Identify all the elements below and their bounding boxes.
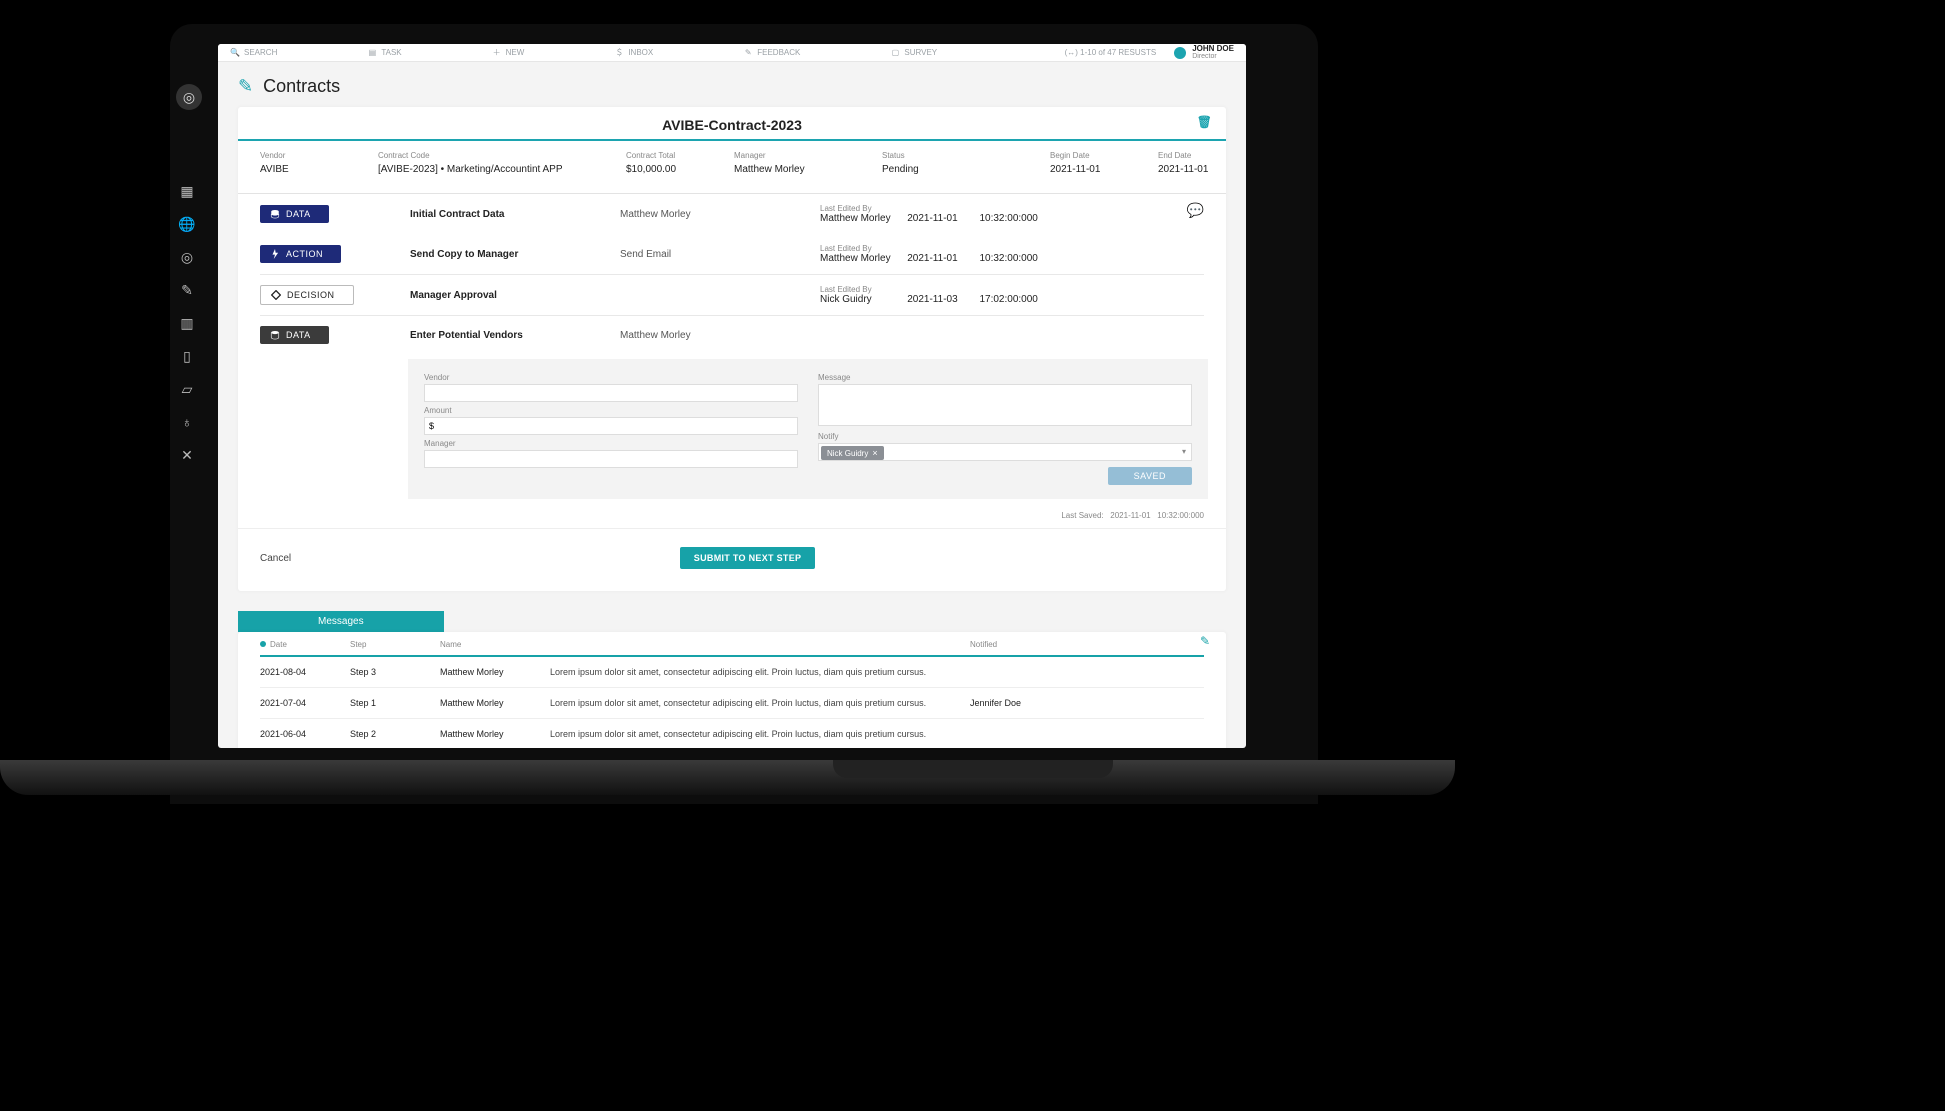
decision-badge: DECISION (260, 285, 354, 305)
step-row-send-copy[interactable]: ACTION Send Copy to Manager Send Email L… (260, 234, 1204, 275)
manager-input[interactable] (424, 450, 798, 468)
rail-doc-icon[interactable]: ▯ (176, 345, 198, 367)
contract-title: AVIBE-Contract-2023 🗑 (238, 107, 1226, 139)
notify-label: Notify (818, 432, 1192, 441)
manager-label: Manager (424, 439, 798, 448)
contract-summary: VendorAVIBE Contract Code[AVIBE-2023] • … (238, 141, 1226, 194)
messages-card: ✎ Date Step Name Notified 2021-08-04 Ste… (238, 632, 1226, 748)
summary-manager: Matthew Morley (734, 164, 864, 175)
results-count: (↔) 1-10 of 47 RESUSTS (1065, 48, 1157, 57)
chevron-down-icon[interactable]: ▾ (1182, 447, 1186, 456)
message-row[interactable]: 2021-08-04 Step 3 Matthew Morley Lorem i… (260, 657, 1204, 688)
submit-button[interactable]: SUBMIT TO NEXT STEP (680, 547, 816, 569)
nav-task[interactable]: ▤TASK (367, 48, 401, 58)
nav-inbox[interactable]: ＄INBOX (614, 48, 653, 58)
comments-icon[interactable]: 💬 (1187, 202, 1204, 219)
message-textarea[interactable] (818, 384, 1192, 426)
contracts-icon: ✎ (238, 76, 253, 97)
step-row-manager-approval[interactable]: DECISION Manager Approval Last Edited By… (260, 275, 1204, 316)
messages-tab-row: Messages (238, 611, 1226, 632)
avatar-icon[interactable] (1174, 47, 1186, 59)
nav-new[interactable]: ＋NEW (492, 48, 525, 58)
rail-dashboard-icon[interactable]: ▦ (176, 180, 198, 202)
delete-contract-button[interactable]: 🗑 (1197, 115, 1212, 129)
nav-feedback[interactable]: ✎FEEDBACK (743, 48, 800, 58)
messages-header: Date Step Name Notified (260, 632, 1204, 657)
page-header: ✎ Contracts (238, 76, 1226, 97)
summary-status: Pending (882, 164, 1032, 175)
rail-target-icon[interactable]: ◎ (176, 246, 198, 268)
summary-end: 2021-11-01 (1158, 164, 1246, 175)
summary-vendor: AVIBE (260, 164, 360, 175)
page-title: Contracts (263, 76, 340, 97)
nav-survey[interactable]: ▢SURVEY (890, 48, 937, 58)
edit-messages-icon[interactable]: ✎ (1200, 634, 1210, 648)
contract-card: AVIBE-Contract-2023 🗑 VendorAVIBE Contra… (238, 107, 1226, 591)
summary-begin: 2021-11-01 (1050, 164, 1140, 175)
amount-label: Amount (424, 406, 798, 415)
action-badge: ACTION (260, 245, 341, 263)
last-saved: Last Saved: 2021-11-01 10:32:00:000 (238, 507, 1226, 520)
message-row[interactable]: 2021-07-04 Step 1 Matthew Morley Lorem i… (260, 688, 1204, 719)
cancel-link[interactable]: Cancel (260, 553, 291, 564)
data-badge-dark: DATA (260, 326, 329, 344)
laptop-notch (833, 760, 1113, 778)
col-notified[interactable]: Notified (970, 640, 1110, 649)
rail-cards-icon[interactable]: ▱ (176, 378, 198, 400)
message-row[interactable]: 2021-06-04 Step 2 Matthew Morley Lorem i… (260, 719, 1204, 748)
col-name[interactable]: Name (440, 640, 550, 649)
app-logo-icon[interactable]: ◎ (176, 84, 202, 110)
summary-code: [AVIBE-2023] • Marketing/Accountint APP (378, 164, 608, 175)
step-row-enter-vendors[interactable]: DATA Enter Potential Vendors Matthew Mor… (260, 316, 1204, 355)
summary-total: $10,000.00 (626, 164, 716, 175)
user-menu[interactable]: JOHN DOEDirector (1192, 45, 1234, 60)
rail-chart-icon[interactable]: ▥ (176, 312, 198, 334)
col-date[interactable]: Date (260, 640, 350, 649)
screen: 🔍SEARCH ▤TASK ＋NEW ＄INBOX ✎FEEDBACK ▢SUR… (218, 44, 1246, 748)
data-badge: DATA (260, 205, 329, 223)
messages-tab[interactable]: Messages (238, 611, 444, 632)
vendor-input[interactable] (424, 384, 798, 402)
vendor-form: Vendor Amount Manager Message Notify (408, 359, 1208, 499)
top-nav: 🔍SEARCH ▤TASK ＋NEW ＄INBOX ✎FEEDBACK ▢SUR… (218, 44, 1246, 62)
rail-brush-icon[interactable]: ✎ (176, 279, 198, 301)
rail-tools-icon[interactable]: ✕ (176, 444, 198, 466)
step-row-initial-data[interactable]: DATA Initial Contract Data Matthew Morle… (260, 194, 1204, 234)
rail-globe-icon[interactable]: 🌐 (176, 213, 198, 235)
vendor-label: Vendor (424, 373, 798, 382)
rail-org-icon[interactable]: ♁ (176, 411, 198, 433)
notify-tag: Nick Guidry × (821, 446, 884, 460)
amount-input[interactable] (424, 417, 798, 435)
message-label: Message (818, 373, 1192, 382)
nav-search[interactable]: 🔍SEARCH (230, 48, 277, 58)
saved-button[interactable]: SAVED (1108, 467, 1192, 485)
laptop-base (0, 760, 1455, 795)
col-step[interactable]: Step (350, 640, 440, 649)
side-rail: ◎ ▦ 🌐 ◎ ✎ ▥ ▯ ▱ ♁ ✕ (176, 84, 206, 477)
notify-tag-remove[interactable]: × (872, 448, 877, 458)
